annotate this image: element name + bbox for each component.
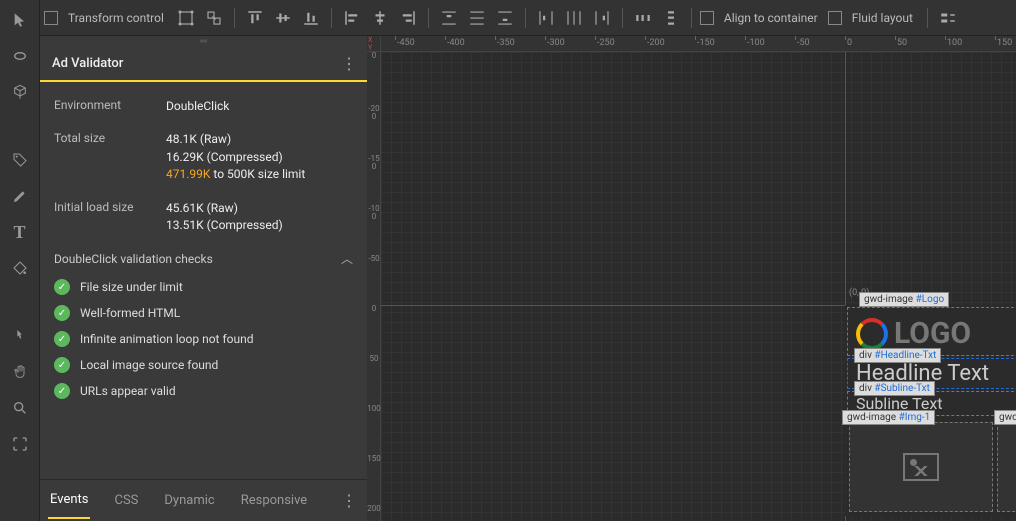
align-container-checkbox[interactable]	[700, 11, 714, 25]
panel-title: Ad Validator	[52, 56, 123, 71]
panel-drag-handle[interactable]: ═	[40, 36, 367, 46]
check-item: ✓File size under limit	[54, 279, 353, 295]
initial-load-label: Initial load size	[54, 200, 166, 235]
horizontal-ruler: -450 -400 -350 -300 -250 -200 -150 -100 …	[381, 36, 1016, 52]
image-2-element[interactable]: gwd-image #Img-2	[997, 422, 1016, 512]
check-ok-icon: ✓	[54, 305, 70, 321]
vertical-ruler: 0 -200 -150 -100 -50 0 50 100 150 200	[367, 52, 381, 521]
tab-events[interactable]: Events	[48, 482, 90, 519]
validation-section-header[interactable]: DoubleClick validation checks ︿	[54, 250, 353, 267]
zoom-tool-icon[interactable]	[8, 396, 32, 420]
check-ok-icon: ✓	[54, 383, 70, 399]
tab-responsive[interactable]: Responsive	[239, 483, 310, 518]
tag-tool-icon[interactable]	[8, 148, 32, 172]
tabs-menu-icon[interactable]: ⋮	[341, 491, 357, 510]
spacing-h-icon[interactable]	[631, 6, 655, 30]
ruler-origin-icon: XY	[367, 36, 381, 52]
panel-menu-icon[interactable]: ⋮	[341, 54, 355, 73]
distribute-vcenter-icon[interactable]	[465, 6, 489, 30]
distribute-bottom-icon[interactable]	[493, 6, 517, 30]
size-warning: 471.99K	[166, 167, 210, 181]
image-placeholder-icon	[903, 453, 939, 481]
panel-body: Environment DoubleClick Total size 48.1K…	[40, 82, 367, 479]
logo-icon	[856, 318, 888, 350]
3d-tool-icon[interactable]	[8, 80, 32, 104]
logo-text: LOGO	[894, 316, 971, 351]
tab-css[interactable]: CSS	[112, 483, 140, 518]
distribute-top-icon[interactable]	[437, 6, 461, 30]
distribute-left-icon[interactable]	[534, 6, 558, 30]
text-tool-icon[interactable]: T	[8, 220, 32, 244]
hand-tool-icon[interactable]	[8, 360, 32, 384]
chevron-up-icon: ︿	[341, 250, 353, 267]
element-tag[interactable]: gwd-image #Img-2	[994, 410, 1016, 425]
total-size-label: Total size	[54, 131, 166, 183]
motion-path-tool-icon[interactable]	[8, 44, 32, 68]
align-right-icon[interactable]	[396, 6, 420, 30]
element-tag[interactable]: div #Headline-Txt	[854, 348, 941, 363]
canvas-area: XY -450 -400 -350 -300 -250 -200 -150 -1…	[367, 36, 1016, 521]
total-size-value: 48.1K (Raw) 16.29K (Compressed) 471.99K …	[166, 131, 353, 183]
pointer-tool-icon[interactable]	[8, 324, 32, 348]
transform-control-label: Transform control	[68, 11, 164, 25]
environment-value: DoubleClick	[166, 98, 353, 115]
fullscreen-tool-icon[interactable]	[8, 432, 32, 456]
spacing-v-icon[interactable]	[659, 6, 683, 30]
distribute-right-icon[interactable]	[590, 6, 614, 30]
pen-tool-icon[interactable]	[8, 184, 32, 208]
ad-validator-panel: ═ Ad Validator ⋮ Environment DoubleClick…	[40, 36, 367, 521]
panel-header: Ad Validator ⋮	[40, 46, 367, 82]
align-container-label: Align to container	[724, 11, 818, 25]
element-tag[interactable]: gwd-image #Img-1	[842, 410, 935, 425]
element-tag[interactable]: div #Subline-Txt	[854, 381, 935, 396]
resize-icon[interactable]	[202, 6, 226, 30]
check-ok-icon: ✓	[54, 279, 70, 295]
check-ok-icon: ✓	[54, 357, 70, 373]
ad-preview[interactable]: gwd-image #Logo LOGO div #Headline-Txt H…	[845, 305, 1016, 516]
fill-tool-icon[interactable]	[8, 256, 32, 280]
transform-control-checkbox[interactable]	[44, 11, 58, 25]
align-vcenter-icon[interactable]	[271, 6, 295, 30]
top-toolbar: Transform control Align to container Flu…	[0, 0, 1016, 36]
check-item: ✓Infinite animation loop not found	[54, 331, 353, 347]
element-tag[interactable]: gwd-image #Logo	[859, 292, 949, 307]
fluid-layout-checkbox[interactable]	[828, 11, 842, 25]
image-1-element[interactable]: gwd-image #Img-1	[849, 422, 993, 512]
stage[interactable]: (0, 0) gwd-image #Logo LOGO div #Headlin…	[381, 52, 1016, 521]
check-ok-icon: ✓	[54, 331, 70, 347]
align-bottom-icon[interactable]	[299, 6, 323, 30]
fluid-layout-label: Fluid layout	[852, 11, 913, 25]
environment-label: Environment	[54, 98, 166, 115]
distribute-hcenter-icon[interactable]	[562, 6, 586, 30]
align-left-icon[interactable]	[340, 6, 364, 30]
bounding-box-icon[interactable]	[174, 6, 198, 30]
tab-dynamic[interactable]: Dynamic	[162, 483, 216, 518]
more-layout-icon[interactable]	[936, 6, 960, 30]
check-item: ✓Well-formed HTML	[54, 305, 353, 321]
initial-load-value: 45.61K (Raw) 13.51K (Compressed)	[166, 200, 353, 235]
selection-tool-icon[interactable]	[8, 8, 32, 32]
align-top-icon[interactable]	[243, 6, 267, 30]
align-hcenter-icon[interactable]	[368, 6, 392, 30]
check-item: ✓Local image source found	[54, 357, 353, 373]
bottom-tabs: Events CSS Dynamic Responsive ⋮	[40, 479, 367, 521]
check-item: ✓URLs appear valid	[54, 383, 353, 399]
left-toolbar: T	[0, 0, 40, 521]
